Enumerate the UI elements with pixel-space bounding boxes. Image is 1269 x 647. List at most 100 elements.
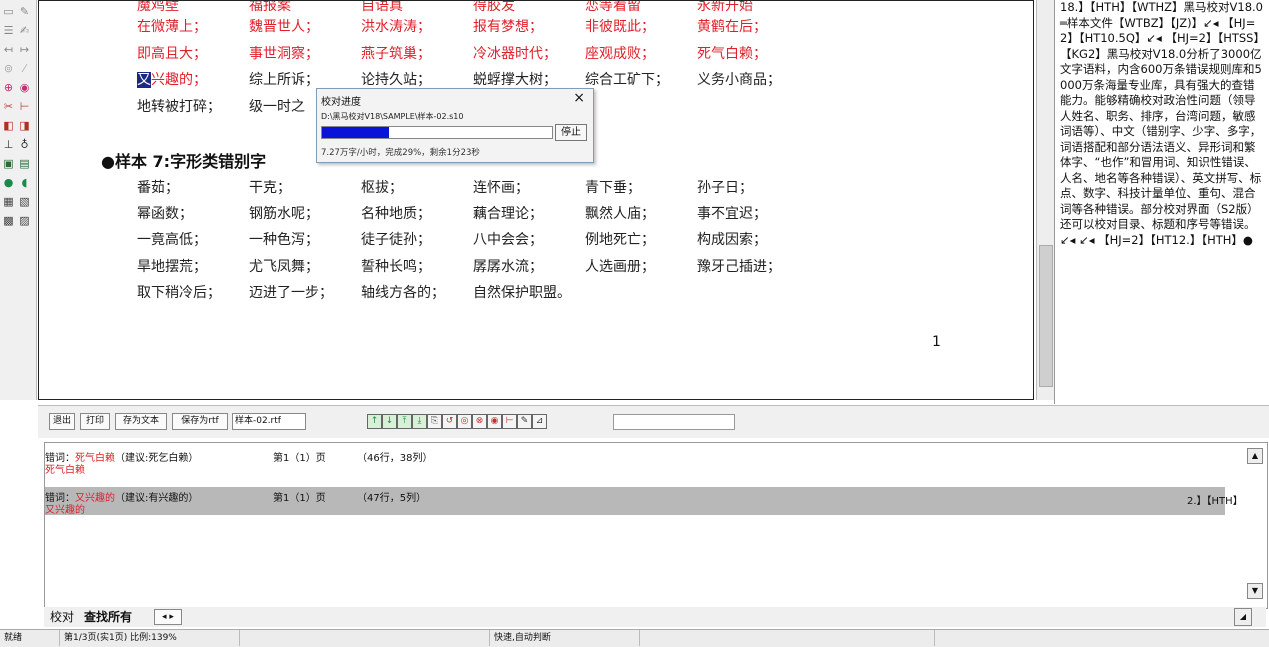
filename-field[interactable]: 样本-02.rtf — [232, 413, 306, 430]
undo-icon[interactable]: ⊿ — [532, 414, 547, 429]
document-word[interactable]: 自然保护职盟。 — [473, 282, 571, 302]
ignore-icon[interactable]: ◉ — [487, 414, 502, 429]
save-as-rtf-button[interactable]: 保存为rtf — [172, 413, 228, 430]
tool-icon[interactable]: ⊚ — [2, 62, 15, 75]
close-icon[interactable]: × — [573, 90, 585, 106]
tool-icon[interactable]: ♁ — [18, 138, 31, 151]
document-word[interactable]: 誓种长鸣； — [361, 256, 431, 276]
document-word[interactable]: 事世洞察； — [249, 43, 319, 63]
document-word[interactable]: 自语真 — [361, 1, 403, 15]
tool-icon[interactable]: ▣ — [2, 157, 15, 170]
copy-icon[interactable]: ⎘ — [427, 414, 442, 429]
document-word[interactable]: 番茹； — [137, 177, 179, 197]
document-page[interactable]: 魔鸡壁 福报案 自语真 得胶发 恋等看留 永新开始在微薄上； 魏晋世人； 洪水涛涛； 报有梦想；… — [38, 0, 1034, 400]
document-word[interactable]: 尤飞凤舞； — [249, 256, 319, 276]
save-as-text-button[interactable]: 存为文本 — [115, 413, 167, 430]
document-word[interactable]: 福报案 — [249, 1, 291, 15]
document-word[interactable]: 名种地质； — [361, 203, 431, 223]
document-word[interactable]: 报有梦想； — [473, 16, 543, 36]
scroll-down-icon[interactable]: ▼ — [1247, 583, 1263, 599]
result-row[interactable]: 错词：又兴趣的（建议:有兴趣的） 第1（1）页 （47行，5列） 又兴趣的 — [45, 487, 1225, 516]
document-word[interactable]: 连怀画； — [473, 177, 529, 197]
document-word[interactable]: 又兴趣的； — [137, 69, 207, 89]
document-word[interactable]: 恋等看留 — [585, 1, 641, 15]
document-word[interactable]: 枢拔； — [361, 177, 403, 197]
tool-icon[interactable]: ▤ — [18, 157, 31, 170]
document-word[interactable]: 黄鹤在后； — [697, 16, 767, 36]
document-word[interactable]: 飘然人庙； — [585, 203, 655, 223]
document-word[interactable]: 级一时之 — [249, 96, 305, 116]
document-word[interactable]: 在微薄上； — [137, 16, 207, 36]
tool-icon[interactable]: ▦ — [2, 195, 15, 208]
tool-icon[interactable]: ▨ — [18, 214, 31, 227]
document-word[interactable]: 死气白赖； — [697, 43, 767, 63]
document-word[interactable]: 魔鸡壁 — [137, 1, 179, 15]
scrollbar-thumb[interactable] — [1039, 245, 1053, 387]
document-word[interactable]: 孙子日； — [697, 177, 753, 197]
tool-icon[interactable]: ● — [2, 176, 15, 189]
stop-button[interactable]: 停止 — [555, 124, 587, 141]
document-word[interactable]: 蜕蜉撑大树； — [473, 69, 557, 89]
document-word[interactable]: 座观成败； — [585, 43, 655, 63]
document-word[interactable]: 地转被打碎； — [137, 96, 221, 116]
document-word[interactable]: 事不宜迟； — [697, 203, 767, 223]
document-word[interactable]: 洪水涛涛； — [361, 16, 431, 36]
document-word[interactable]: 钢筋水呢； — [249, 203, 319, 223]
tab-nav-arrows[interactable]: ◂ ▸ — [154, 609, 182, 625]
document-word[interactable]: 即高且大； — [137, 43, 207, 63]
document-word[interactable]: 论持久站； — [361, 69, 431, 89]
mark-icon[interactable]: ◎ — [457, 414, 472, 429]
document-word[interactable]: 燕子筑巢； — [361, 43, 431, 63]
replace-icon[interactable]: ↺ — [442, 414, 457, 429]
up-arrow-icon[interactable]: ↑ — [367, 414, 382, 429]
document-word[interactable]: 青下垂； — [585, 177, 641, 197]
document-word[interactable]: 旱地摆荒； — [137, 256, 207, 276]
bookmark-icon[interactable]: ⊢ — [502, 414, 517, 429]
document-word[interactable]: 干克； — [249, 177, 291, 197]
last-error-icon[interactable]: ⤓ — [412, 414, 427, 429]
document-word[interactable]: 豫牙己插进； — [697, 256, 781, 276]
scroll-up-icon[interactable]: ▲ — [1247, 448, 1263, 464]
toolbar-input[interactable] — [613, 414, 735, 430]
document-word[interactable]: 一竟高低； — [137, 229, 207, 249]
tool-icon[interactable]: ◖ — [18, 176, 31, 189]
tool-icon[interactable]: ▭ — [2, 5, 15, 18]
tool-icon[interactable]: ◉ — [18, 81, 31, 94]
document-word[interactable]: 永新开始 — [697, 1, 753, 15]
tool-icon[interactable]: ↤ — [2, 43, 15, 56]
document-word[interactable]: 徒子徒孙； — [361, 229, 431, 249]
tool-icon[interactable]: ⁄ — [18, 62, 31, 75]
edit-icon[interactable]: ✎ — [517, 414, 532, 429]
document-word[interactable]: 取下稍冷后； — [137, 282, 221, 302]
document-word[interactable]: 轴线方各的； — [361, 282, 445, 302]
tab-find-all[interactable]: 查找所有 — [84, 608, 132, 625]
exit-button[interactable]: 退出 — [49, 413, 75, 430]
document-scrollbar[interactable] — [1036, 0, 1054, 400]
document-word[interactable]: 藕合理论； — [473, 203, 543, 223]
document-word[interactable]: 构成因索； — [697, 229, 767, 249]
resize-grip-icon[interactable]: ◢ — [1234, 608, 1252, 626]
result-row[interactable]: 错词：死气白赖（建议:死乞白赖） 第1（1）页 （46行，38列） 死气白赖 — [45, 447, 1225, 476]
tool-icon[interactable]: ☰ — [2, 24, 15, 37]
document-word[interactable]: 八中会会； — [473, 229, 543, 249]
document-word[interactable]: 一种色泻； — [249, 229, 319, 249]
tool-icon[interactable]: ✂ — [2, 100, 15, 113]
document-word[interactable]: 迈进了一步； — [249, 282, 333, 302]
document-word[interactable]: 综上所诉； — [249, 69, 319, 89]
document-word[interactable]: 孱孱水流； — [473, 256, 543, 276]
delete-icon[interactable]: ⊗ — [472, 414, 487, 429]
down-arrow-icon[interactable]: ↓ — [382, 414, 397, 429]
document-word[interactable]: 魏晋世人； — [249, 16, 319, 36]
document-word[interactable]: 人选画册； — [585, 256, 655, 276]
document-word[interactable]: 义务小商品； — [697, 69, 781, 89]
tool-icon[interactable]: ▩ — [2, 214, 15, 227]
document-word[interactable]: 得胶发 — [473, 1, 515, 15]
tool-icon[interactable]: ◧ — [2, 119, 15, 132]
print-button[interactable]: 打印 — [80, 413, 110, 430]
document-word[interactable]: 非彼既此； — [585, 16, 655, 36]
tool-icon[interactable]: ⊥ — [2, 138, 15, 151]
tool-icon[interactable]: ↦ — [18, 43, 31, 56]
tool-icon[interactable]: ▧ — [18, 195, 31, 208]
tool-icon[interactable]: ⊕ — [2, 81, 15, 94]
results-list[interactable]: 错词：死气白赖（建议:死乞白赖） 第1（1）页 （46行，38列） 死气白赖 错词：又兴… — [44, 442, 1268, 609]
